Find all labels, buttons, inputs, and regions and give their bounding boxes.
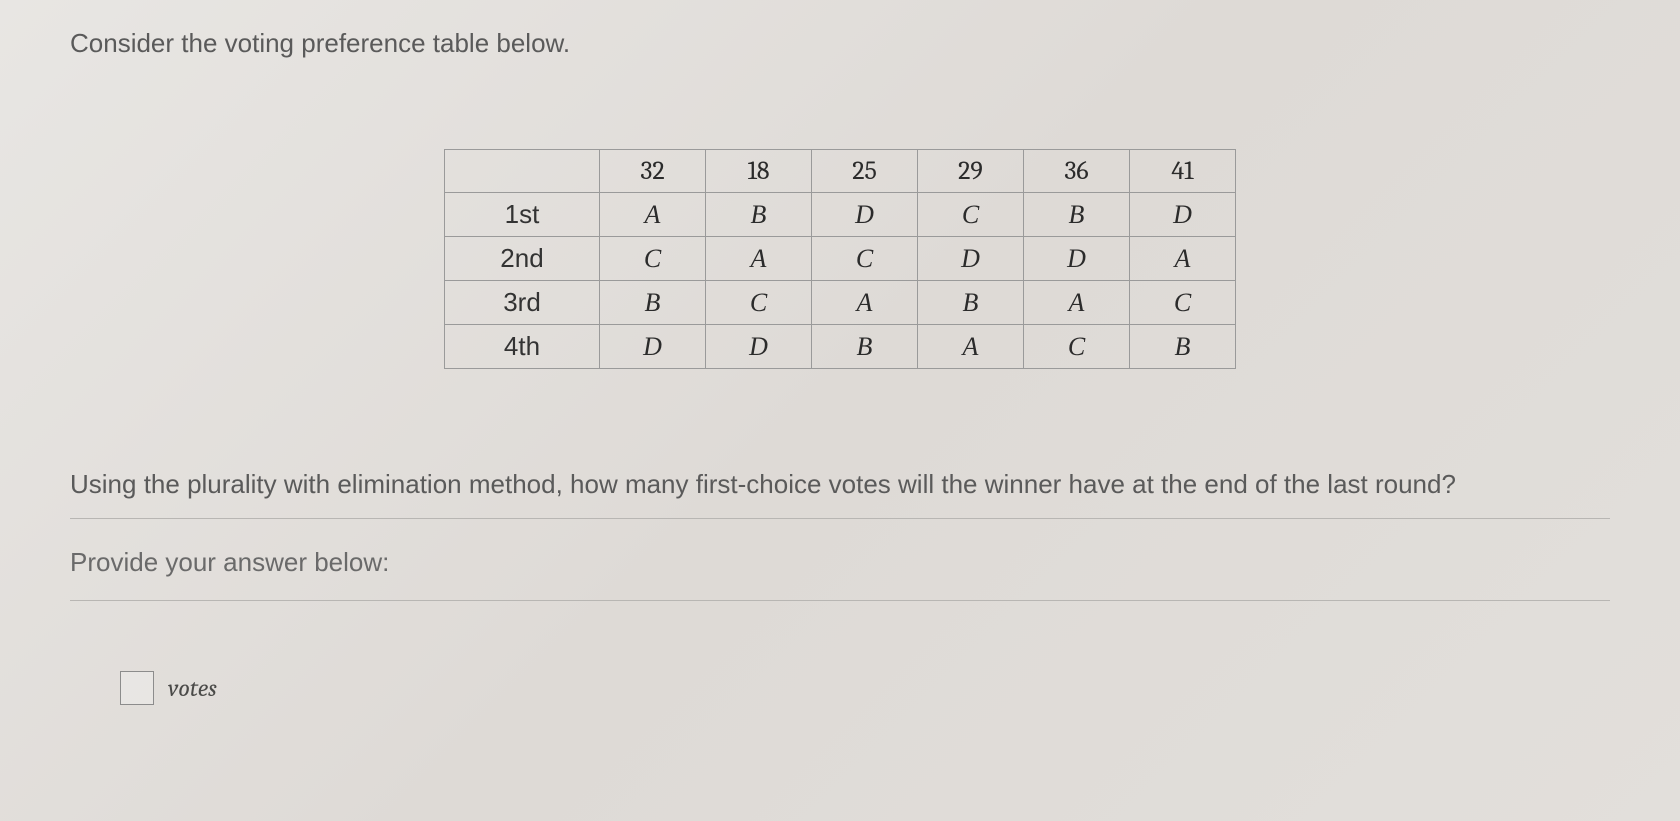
count-col-2: 25 bbox=[812, 150, 918, 193]
cell: D bbox=[1024, 237, 1130, 281]
cell: B bbox=[1130, 325, 1236, 369]
cell: C bbox=[918, 193, 1024, 237]
cell: D bbox=[812, 193, 918, 237]
question-page: Consider the voting preference table bel… bbox=[0, 0, 1680, 705]
count-col-4: 36 bbox=[1024, 150, 1130, 193]
provide-label: Provide your answer below: bbox=[70, 547, 1610, 578]
preference-table: 32 18 25 29 36 41 1st A B D C B D 2nd C … bbox=[444, 149, 1236, 369]
count-col-0: 32 bbox=[600, 150, 706, 193]
cell: C bbox=[706, 281, 812, 325]
question-text: Using the plurality with elimination met… bbox=[70, 469, 1610, 500]
table-header-row: 32 18 25 29 36 41 bbox=[445, 150, 1236, 193]
cell: D bbox=[706, 325, 812, 369]
cell: C bbox=[1130, 281, 1236, 325]
table-row: 2nd C A C D D A bbox=[445, 237, 1236, 281]
row-label-3rd: 3rd bbox=[445, 281, 600, 325]
cell: B bbox=[812, 325, 918, 369]
cell: A bbox=[706, 237, 812, 281]
table-row: 4th D D B A C B bbox=[445, 325, 1236, 369]
cell: A bbox=[918, 325, 1024, 369]
cell: D bbox=[600, 325, 706, 369]
separator bbox=[70, 518, 1610, 519]
row-label-4th: 4th bbox=[445, 325, 600, 369]
cell: D bbox=[1130, 193, 1236, 237]
cell: A bbox=[812, 281, 918, 325]
cell: D bbox=[918, 237, 1024, 281]
cell: B bbox=[600, 281, 706, 325]
count-col-1: 18 bbox=[706, 150, 812, 193]
table-wrapper: 32 18 25 29 36 41 1st A B D C B D 2nd C … bbox=[70, 149, 1610, 369]
table-row: 3rd B C A B A C bbox=[445, 281, 1236, 325]
separator bbox=[70, 600, 1610, 601]
table-row: 1st A B D C B D bbox=[445, 193, 1236, 237]
cell: A bbox=[1024, 281, 1130, 325]
cell: C bbox=[600, 237, 706, 281]
count-col-3: 29 bbox=[918, 150, 1024, 193]
cell: B bbox=[918, 281, 1024, 325]
cell: B bbox=[1024, 193, 1130, 237]
cell: A bbox=[600, 193, 706, 237]
row-label-1st: 1st bbox=[445, 193, 600, 237]
answer-input[interactable] bbox=[120, 671, 154, 705]
cell: A bbox=[1130, 237, 1236, 281]
count-col-5: 41 bbox=[1130, 150, 1236, 193]
cell: C bbox=[1024, 325, 1130, 369]
row-label-2nd: 2nd bbox=[445, 237, 600, 281]
answer-unit-label: votes bbox=[168, 674, 217, 702]
cell: C bbox=[812, 237, 918, 281]
cell: B bbox=[706, 193, 812, 237]
intro-text: Consider the voting preference table bel… bbox=[70, 28, 1610, 59]
answer-row: votes bbox=[70, 671, 1610, 705]
header-empty bbox=[445, 150, 600, 193]
